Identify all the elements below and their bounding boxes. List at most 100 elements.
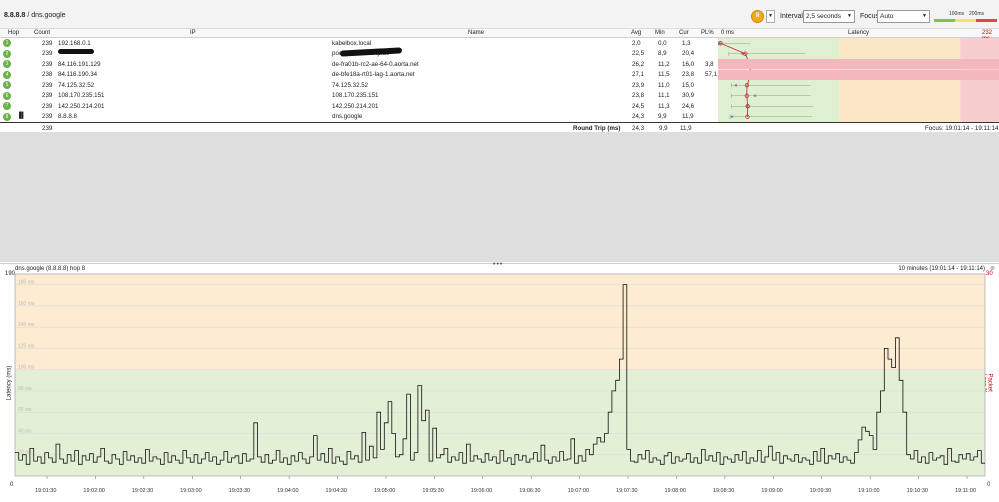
cell-count: 239	[42, 102, 53, 110]
x-tick-label: 19:11:00	[955, 488, 976, 494]
cell-count: 238	[42, 71, 53, 78]
interval-select[interactable]: 2,5 seconds ▼	[803, 10, 855, 23]
focus-select[interactable]: Auto ▼	[877, 10, 930, 23]
splitter-handle-icon[interactable]: •••	[493, 261, 503, 268]
table-row[interactable]: 5 239 74.125.32.52 74.125.32.52 23,9 11,0 15,0	[0, 80, 718, 91]
x-tick-label: 19:09:00	[761, 488, 782, 494]
column-ip[interactable]: IP	[190, 30, 196, 36]
cell-min: 11,3	[658, 102, 670, 110]
column-count[interactable]: Count	[34, 30, 50, 36]
legend-100ms: 100ms	[949, 11, 965, 17]
target-hostname: dns.google	[31, 12, 66, 19]
cell-min: 0,0	[658, 39, 667, 47]
cell-count: 239	[42, 113, 53, 120]
summary-cur: 11,9	[680, 124, 692, 132]
cell-ip: 108.170.235.151	[58, 92, 105, 99]
y-tick-label: 100 ms	[18, 365, 35, 371]
graph-icon[interactable]: ▐▌	[17, 113, 26, 119]
cell-avg: 23,8	[632, 92, 645, 99]
cell-avg: 24,5	[632, 102, 645, 110]
cell-count: 239	[42, 39, 53, 47]
column-hop[interactable]: Hop	[8, 30, 19, 36]
table-row[interactable]: 6 239 108.170.235.151 108.170.235.151 23,8 11…	[0, 91, 718, 102]
legend-red-bar	[976, 19, 997, 22]
hop-number: 4	[3, 70, 11, 79]
table-row[interactable]: 8 ▐▌ 239 8.8.8.8 dns.google 24,3 9,9 11,9	[0, 112, 718, 123]
legend-200ms: 200ms	[969, 11, 985, 17]
band-yellow	[15, 274, 985, 370]
cell-min: 11,0	[658, 81, 670, 89]
interval-label: Interval	[780, 13, 803, 20]
cell-ip: 74.125.32.52	[58, 81, 95, 89]
y-tick-label: 140 ms	[18, 322, 35, 328]
column-name[interactable]: Name	[468, 30, 484, 36]
latency-cur-marker: ×	[734, 83, 738, 89]
x-tick-label: 19:10:30	[907, 488, 928, 494]
latency-chart[interactable]: 20 ms40 ms60 ms80 ms100 ms120 ms140 ms16…	[0, 272, 999, 502]
cell-cur: 11,9	[682, 113, 694, 120]
x-tick-label: 19:09:30	[810, 488, 831, 494]
column-min[interactable]: Min	[655, 30, 665, 36]
legend-yellow-bar	[955, 19, 976, 22]
x-tick-label: 19:06:30	[519, 488, 540, 494]
focus-range: Focus: 19:01:14 - 19:11:14	[925, 124, 999, 132]
x-tick-label: 19:04:30	[326, 488, 347, 494]
table-row[interactable]: 1 239 192.168.0.1 kabelbox.local 2,0 0,0 1,3	[0, 38, 718, 49]
hop-number: 3	[3, 60, 11, 68]
target-ip: 8.8.8.8	[4, 12, 26, 19]
cell-min: 11,5	[658, 71, 670, 78]
options-dropdown-button[interactable]: ▼	[766, 10, 775, 23]
toolbar: 8.8.8.8 / dns.google II ▼ Interval 2,5 s…	[0, 0, 999, 29]
latency-band-red	[960, 38, 999, 122]
round-trip-row: 239 Round Trip (ms) 24,3 9,9 11,9 Focus:…	[0, 122, 999, 132]
cell-name: 108.170.235.151	[332, 92, 379, 99]
latency-cur-marker: ×	[730, 115, 734, 121]
cell-ip: 84.116.191.129	[58, 60, 101, 68]
focus-value: Auto	[880, 13, 894, 20]
x-tick-label: 19:10:00	[858, 488, 879, 494]
column-pl[interactable]: PL%	[701, 30, 714, 36]
cell-cur: 1,3	[682, 39, 691, 47]
cell-name: 142.250.214.201	[332, 102, 379, 110]
cell-cur: 20,4	[682, 50, 695, 57]
hop-number: 7	[3, 102, 11, 110]
cell-ip: 192.168.0.1	[58, 39, 91, 47]
y-tick-label: 40 ms	[18, 428, 32, 434]
chevron-down-icon: ▼	[847, 13, 852, 19]
pause-icon: II	[755, 13, 760, 19]
cell-avg: 22,5	[632, 50, 645, 57]
y-tick-label: 160 ms	[18, 301, 35, 307]
table-row[interactable]: 4 238 84.116.190.34 de-bfe18a-rt01-lag-1.ao…	[0, 70, 718, 81]
summary-count: 239	[42, 124, 53, 132]
x-tick-label: 19:04:00	[277, 488, 298, 494]
y-tick-label: 60 ms	[18, 407, 32, 413]
cell-cur: 23,8	[682, 71, 695, 78]
hop-number: 5	[3, 81, 11, 89]
x-tick-label: 19:01:30	[35, 488, 56, 494]
summary-avg: 24,3	[632, 124, 645, 132]
cell-count: 239	[42, 60, 53, 68]
table-row[interactable]: 3 239 84.116.191.129 de-fra01b-rc2-ae-64-0.…	[0, 59, 718, 70]
round-trip-label: Round Trip (ms)	[573, 124, 621, 132]
cell-avg: 26,2	[632, 60, 645, 68]
column-latency[interactable]: Latency	[848, 30, 869, 36]
table-row[interactable]: 7 239 142.250.214.201 142.250.214.201 24,5 11…	[0, 101, 718, 112]
summary-min: 9,9	[659, 124, 668, 132]
column-cur[interactable]: Cur	[679, 30, 689, 36]
cell-name: 74.125.32.52	[332, 81, 369, 89]
packet-loss-highlight	[718, 69, 999, 80]
x-tick-label: 19:02:30	[132, 488, 153, 494]
latency-band-green	[718, 38, 840, 122]
cell-cur: 30,9	[682, 92, 695, 99]
cell-count: 239	[42, 50, 53, 57]
cell-avg: 2,0	[632, 39, 641, 47]
redaction-mark	[58, 49, 94, 54]
cell-ip: 84.116.190.34	[58, 71, 98, 78]
pause-button[interactable]: II	[751, 10, 764, 23]
column-avg[interactable]: Avg	[631, 30, 641, 36]
cell-cur: 24,6	[682, 102, 695, 110]
x-tick-label: 19:05:30	[422, 488, 443, 494]
cell-ip: 8.8.8.8	[58, 113, 77, 120]
cell-count: 239	[42, 92, 53, 99]
latency-graph: ××××××××	[718, 38, 999, 122]
